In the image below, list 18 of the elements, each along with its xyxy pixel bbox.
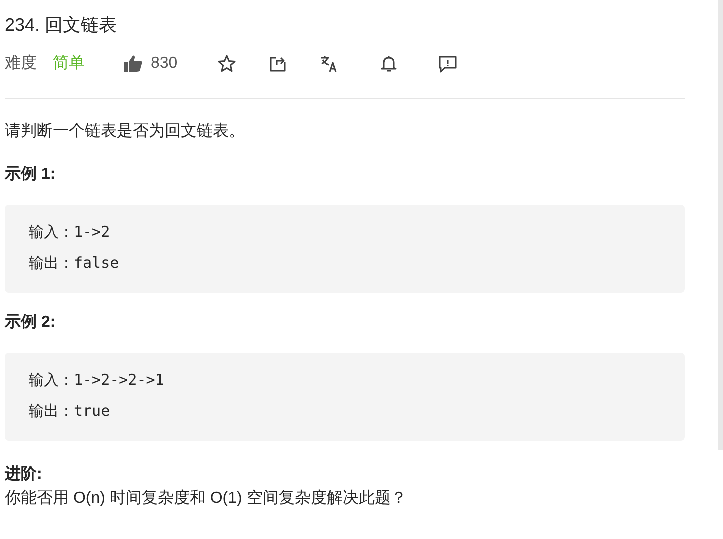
example-heading: 示例 2: — [5, 313, 57, 333]
example-heading: 示例 1: — [5, 165, 57, 185]
code-line: 输入：1->2->2->1 — [29, 370, 166, 391]
bell-icon[interactable] — [378, 54, 399, 74]
problem-title: 234. 回文链表 — [5, 14, 118, 37]
problem-description: 请判断一个链表是否为回文链表。 — [5, 122, 246, 142]
code-line: 输出：true — [29, 401, 112, 422]
difficulty-value: 简单 — [53, 54, 85, 74]
followup-heading: 进阶: — [5, 464, 44, 485]
star-icon[interactable] — [216, 54, 237, 74]
difficulty-label: 难度 — [5, 54, 37, 74]
thumbs-up-icon — [123, 55, 143, 73]
followup-text: 你能否用 O(n) 时间复杂度和 O(1) 空间复杂度解决此题？ — [5, 488, 408, 509]
translate-icon[interactable] — [318, 54, 339, 74]
feedback-icon[interactable] — [438, 54, 458, 74]
code-line: 输入：1->2 — [29, 222, 112, 243]
like-button[interactable]: 830 — [123, 52, 178, 76]
code-line: 输出：false — [29, 253, 120, 274]
